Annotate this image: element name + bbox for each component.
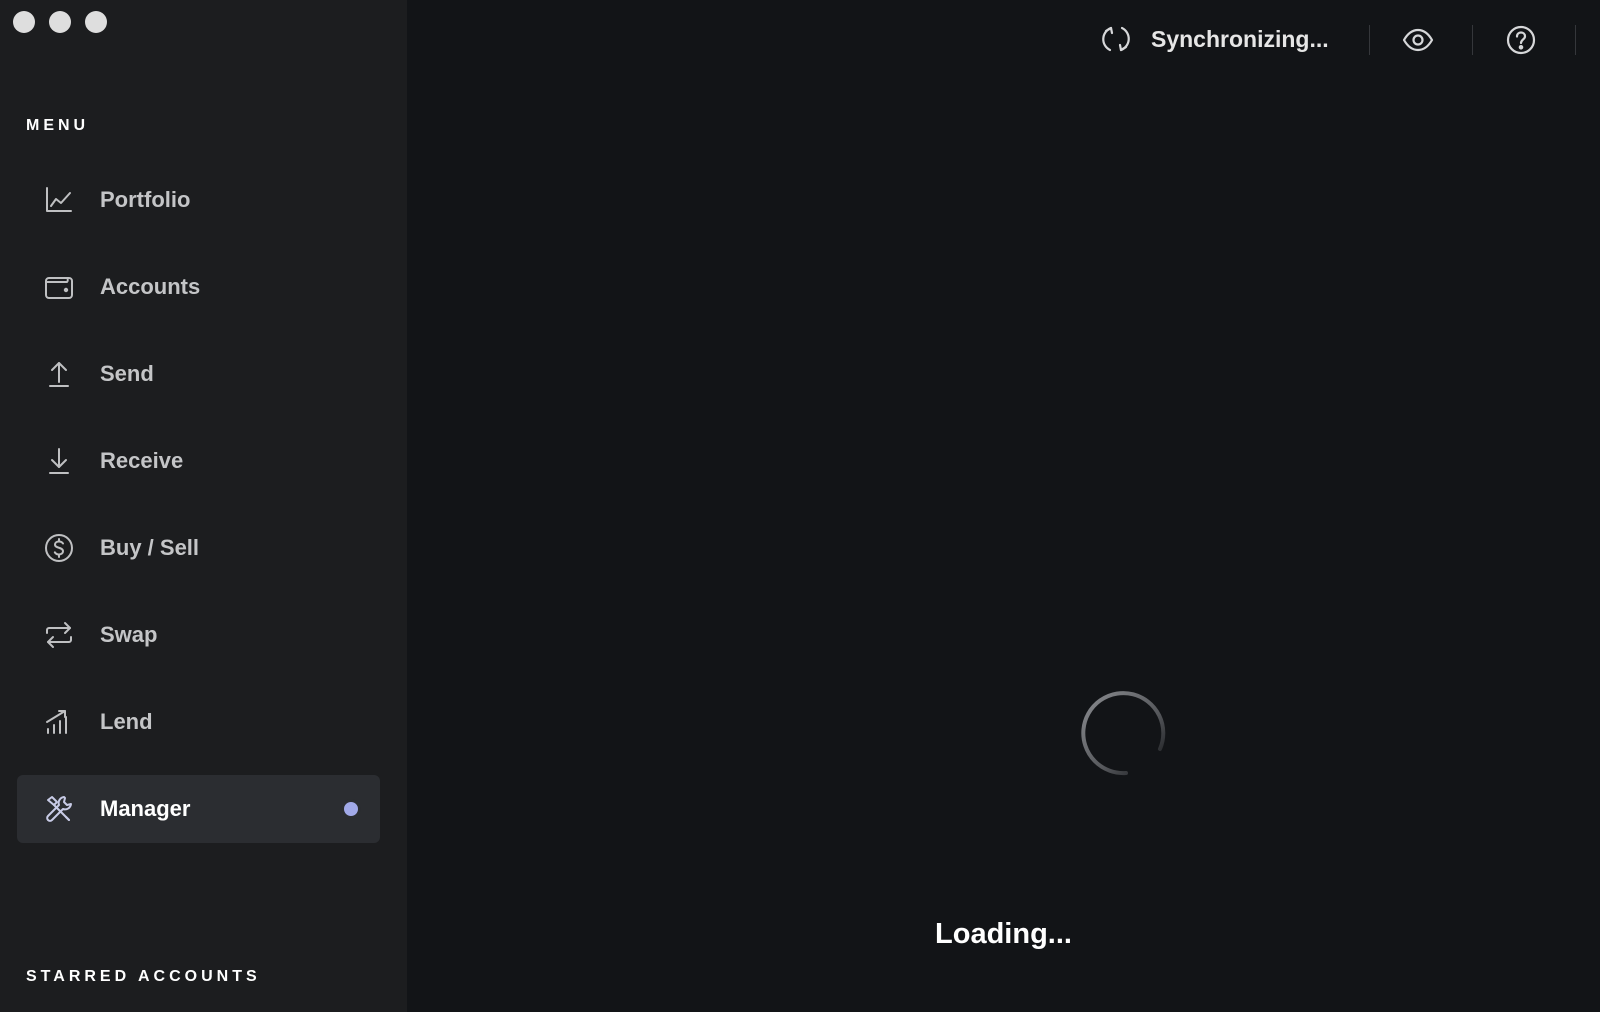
topbar-divider xyxy=(1369,25,1370,55)
sidebar-item-label: Lend xyxy=(100,709,153,734)
sidebar-item-label: Buy / Sell xyxy=(100,535,200,560)
sidebar-item-label: Send xyxy=(100,361,154,386)
sync-status[interactable]: Synchronizing... xyxy=(1099,22,1329,56)
eye-icon xyxy=(1402,28,1434,52)
sidebar-item-label: Accounts xyxy=(100,274,201,299)
chart-line-icon xyxy=(43,184,75,216)
sidebar-item-label: Manager xyxy=(100,796,191,821)
sidebar-item-portfolio[interactable]: Portfolio xyxy=(17,166,380,234)
arrow-down-icon xyxy=(43,445,75,477)
wallet-icon xyxy=(43,271,75,303)
help-circle-icon xyxy=(1506,25,1536,55)
bar-chart-icon xyxy=(43,706,75,738)
notification-dot xyxy=(341,799,361,819)
sidebar-item-swap[interactable]: Swap xyxy=(17,601,380,669)
sidebar-item-label: Receive xyxy=(100,448,184,473)
sidebar-item-lend[interactable]: Lend xyxy=(17,688,380,756)
arrow-up-icon xyxy=(43,358,75,390)
loading-spinner-icon xyxy=(1081,691,1166,776)
sidebar-item-receive[interactable]: Receive xyxy=(17,427,380,495)
toggle-balance-visibility-button[interactable] xyxy=(1400,22,1436,58)
app-window: MENU Portfolio Accounts Send Receive Buy… xyxy=(0,0,1600,1012)
menu-section-title: MENU xyxy=(26,117,90,134)
sidebar-item-manager[interactable]: Manager xyxy=(17,775,380,843)
window-minimize-button[interactable] xyxy=(49,11,71,33)
dollar-circle-icon xyxy=(43,532,75,564)
sidebar-item-send[interactable]: Send xyxy=(17,340,380,408)
top-bar: Synchronizing... xyxy=(407,0,1600,80)
sidebar-nav: Portfolio Accounts Send Receive Buy / Se… xyxy=(17,166,380,862)
main-content: Synchronizing... Loading... xyxy=(407,0,1600,1012)
sidebar-item-buy-sell[interactable]: Buy / Sell xyxy=(17,514,380,582)
topbar-divider xyxy=(1575,25,1576,55)
window-controls xyxy=(13,11,107,33)
swap-arrows-icon xyxy=(43,619,75,651)
window-close-button[interactable] xyxy=(13,11,35,33)
topbar-divider xyxy=(1472,25,1473,55)
starred-accounts-title: STARRED ACCOUNTS xyxy=(26,968,261,985)
loading-text: Loading... xyxy=(935,918,1072,950)
tools-icon xyxy=(43,793,75,825)
help-button[interactable] xyxy=(1503,22,1539,58)
sidebar-item-label: Portfolio xyxy=(100,187,191,212)
window-maximize-button[interactable] xyxy=(85,11,107,33)
sidebar-item-label: Swap xyxy=(100,622,158,647)
sidebar-item-accounts[interactable]: Accounts xyxy=(17,253,380,321)
sync-icon xyxy=(1102,26,1130,52)
sidebar: MENU Portfolio Accounts Send Receive Buy… xyxy=(0,0,407,1012)
sync-label: Synchronizing... xyxy=(1151,25,1329,52)
